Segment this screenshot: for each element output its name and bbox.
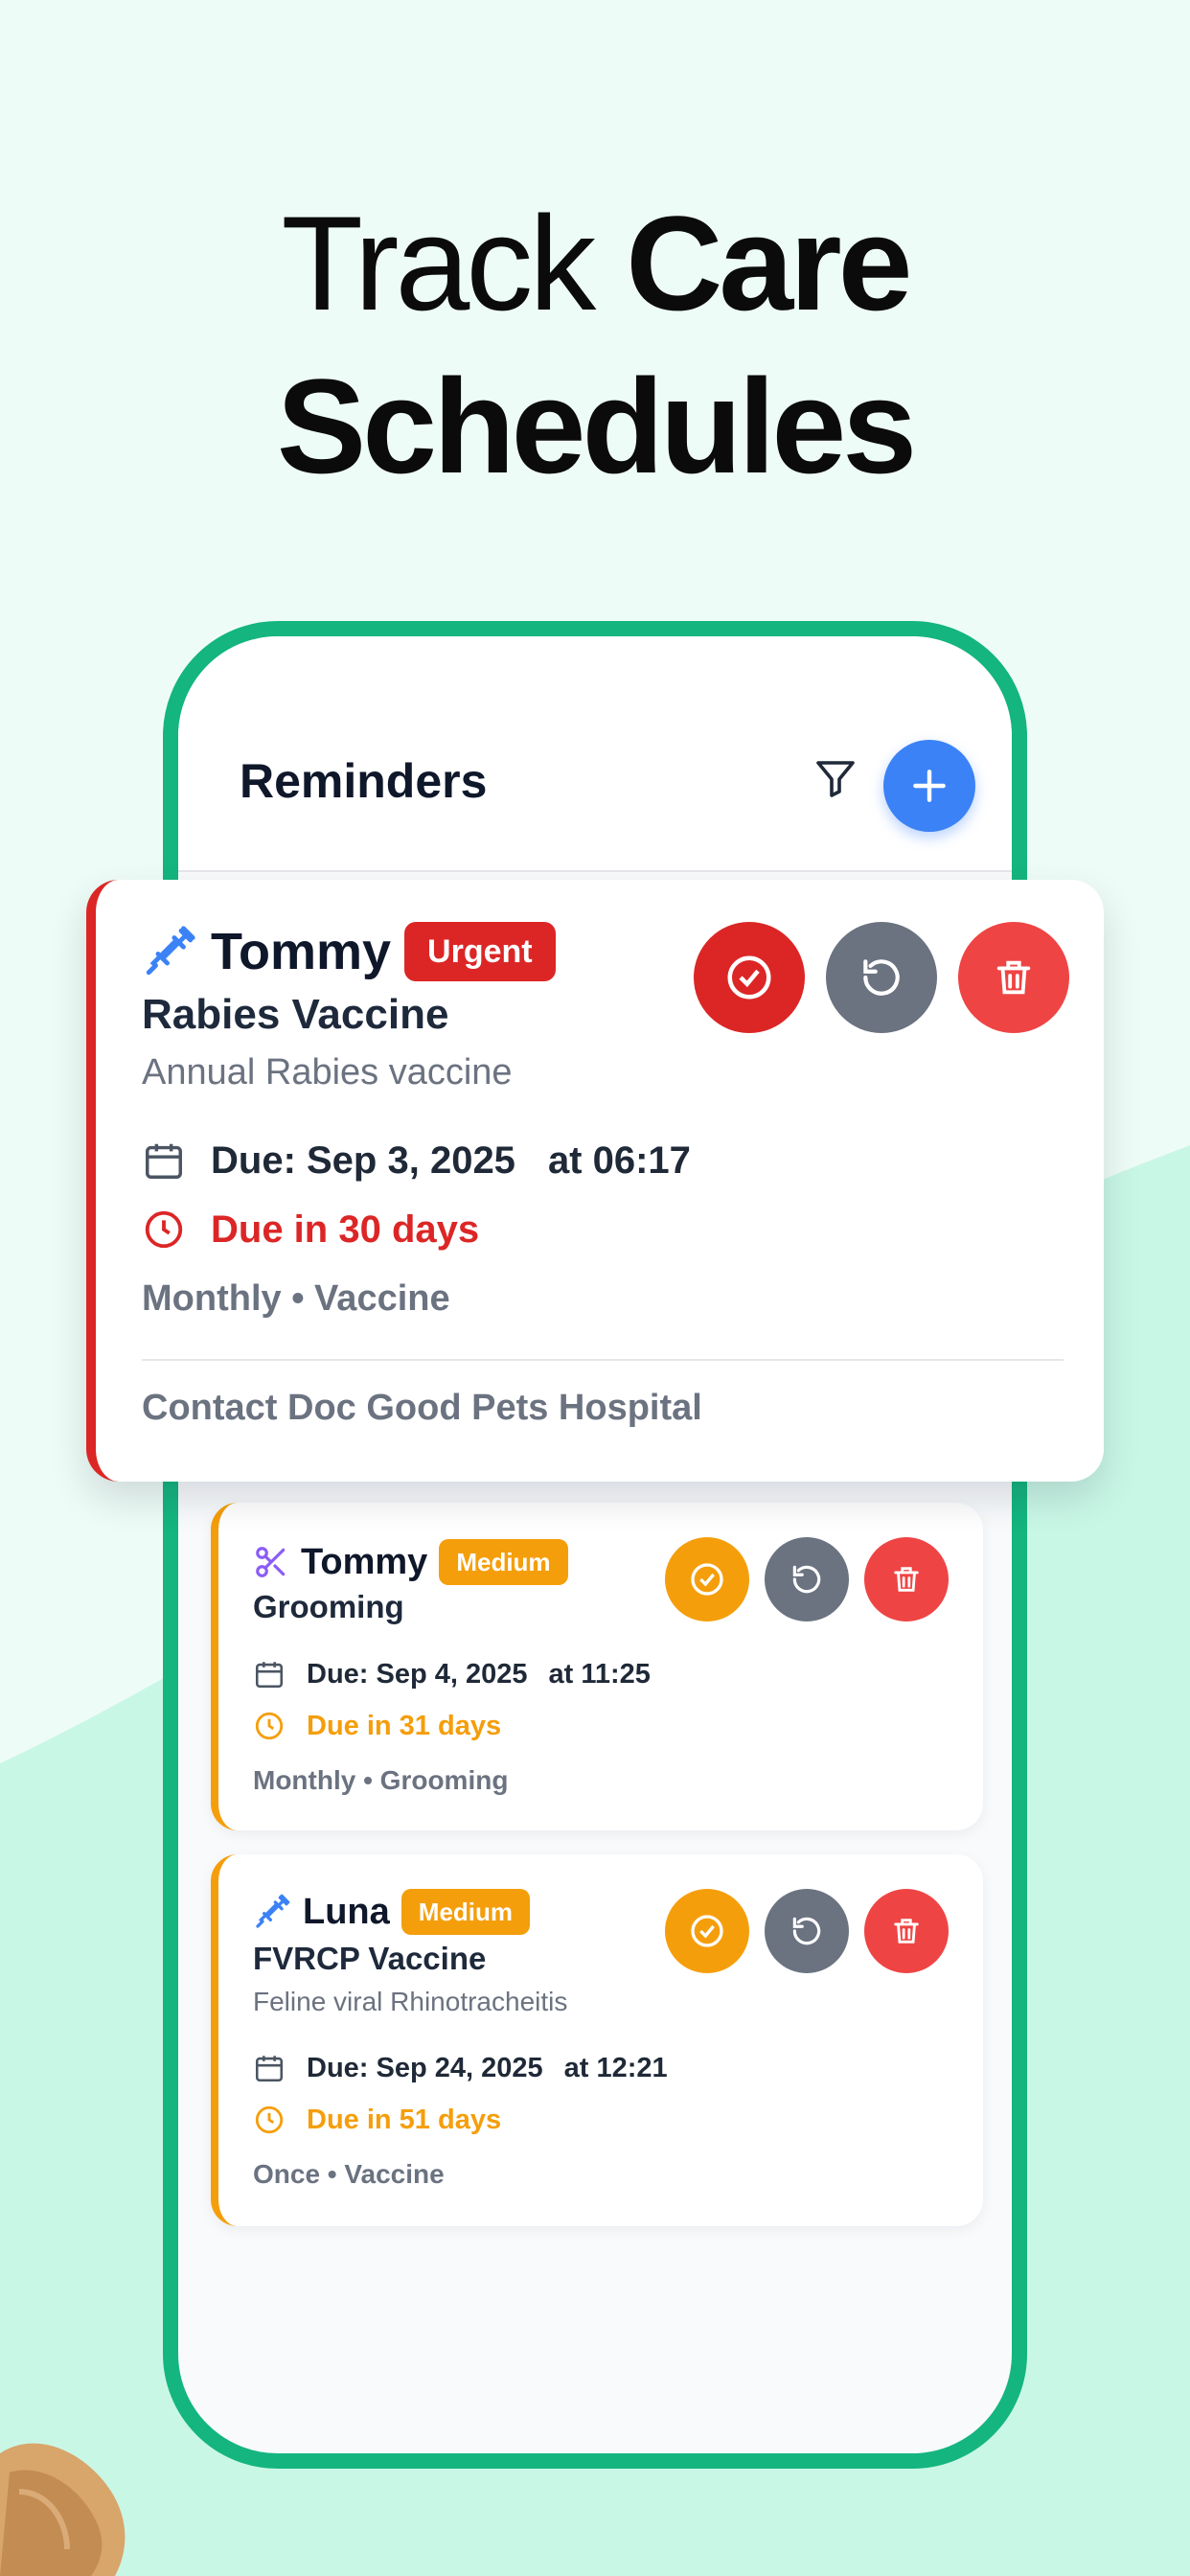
undo-icon bbox=[863, 959, 900, 996]
complete-button[interactable] bbox=[665, 1889, 749, 1973]
marketing-headline: Track Care Schedules bbox=[0, 182, 1190, 508]
headline-line-1: Track Care bbox=[0, 182, 1190, 345]
task-title: FVRCP Vaccine bbox=[253, 1941, 487, 1976]
due-date-text: Due: Sep 3, 2025 bbox=[211, 1138, 515, 1182]
due-countdown-text: Due in 30 days bbox=[211, 1208, 480, 1251]
priority-badge: Medium bbox=[439, 1539, 568, 1585]
app-header: Reminders bbox=[178, 636, 1012, 872]
filter-button[interactable] bbox=[807, 749, 864, 807]
due-countdown: Due in 31 days bbox=[253, 1710, 501, 1742]
card-divider bbox=[142, 1359, 1064, 1361]
due-time: at 12:21 bbox=[563, 2052, 668, 2083]
due-date: Due: Sep 4, 2025 at 11:25 bbox=[253, 1658, 651, 1690]
due-date: Due: Sep 3, 2025 at 06:17 bbox=[142, 1138, 691, 1183]
trash-icon bbox=[894, 1567, 919, 1592]
due-countdown-text: Due in 31 days bbox=[307, 1710, 502, 1741]
task-title: Rabies Vaccine bbox=[142, 991, 449, 1038]
priority-badge: Medium bbox=[400, 1889, 531, 1935]
clock-icon bbox=[253, 2104, 286, 2136]
trash-icon bbox=[996, 960, 1031, 995]
due-date-text: Due: Sep 24, 2025 bbox=[307, 2052, 543, 2083]
calendar-icon bbox=[253, 1658, 286, 1690]
delete-button[interactable] bbox=[864, 1889, 949, 1973]
delete-button[interactable] bbox=[864, 1537, 949, 1622]
task-title: Grooming bbox=[253, 1589, 404, 1624]
check-circle-icon bbox=[691, 1915, 723, 1947]
undo-icon bbox=[792, 1917, 821, 1945]
task-description: Feline viral Rhinotracheitis bbox=[253, 1987, 568, 2016]
delete-button[interactable] bbox=[958, 922, 1069, 1033]
trash-icon bbox=[894, 1919, 919, 1944]
headline-line-2: Schedules bbox=[276, 351, 917, 501]
syringe-icon bbox=[256, 1894, 290, 1928]
card-header: Tommy Urgent bbox=[142, 922, 556, 981]
complete-button[interactable] bbox=[694, 922, 805, 1033]
page-title: Reminders bbox=[240, 754, 488, 808]
pet-name: Luna bbox=[303, 1891, 390, 1932]
calendar-icon bbox=[142, 1138, 186, 1183]
check-circle-icon bbox=[691, 1563, 723, 1596]
priority-badge: Urgent bbox=[404, 922, 556, 981]
contact-info: Contact Doc Good Pets Hospital bbox=[142, 1388, 702, 1428]
due-date: Due: Sep 24, 2025 at 12:21 bbox=[253, 2052, 668, 2084]
clock-icon bbox=[253, 1710, 286, 1742]
reminder-card[interactable]: Tommy Medium Grooming Due: Sep 4, 2025 a… bbox=[211, 1503, 983, 1830]
calendar-icon bbox=[253, 2052, 286, 2084]
recurrence-category: Monthly • Vaccine bbox=[142, 1278, 450, 1319]
undo-icon bbox=[792, 1565, 821, 1594]
check-circle-icon bbox=[727, 955, 771, 1000]
syringe-icon bbox=[146, 926, 195, 976]
dog-illustration bbox=[0, 2443, 126, 2576]
task-description: Annual Rabies vaccine bbox=[142, 1052, 513, 1092]
due-countdown: Due in 30 days bbox=[142, 1208, 479, 1252]
due-time: at 06:17 bbox=[547, 1138, 691, 1182]
filter-icon bbox=[816, 761, 855, 797]
card-header: Luna Medium bbox=[253, 1889, 531, 1935]
due-countdown: Due in 51 days bbox=[253, 2104, 501, 2136]
recurrence-category: Once • Vaccine bbox=[253, 2159, 445, 2189]
pet-name: Tommy bbox=[211, 923, 392, 980]
due-time: at 11:25 bbox=[548, 1658, 651, 1690]
add-reminder-button[interactable] bbox=[883, 740, 975, 832]
due-countdown-text: Due in 51 days bbox=[307, 2104, 502, 2135]
reschedule-button[interactable] bbox=[765, 1889, 849, 1973]
clock-icon bbox=[142, 1208, 186, 1252]
card-header: Tommy Medium bbox=[253, 1539, 568, 1585]
plus-icon bbox=[913, 770, 946, 802]
featured-reminder-card[interactable]: Tommy Urgent Rabies Vaccine Annual Rabie… bbox=[86, 880, 1104, 1482]
headline-light: Track bbox=[281, 188, 596, 338]
scissors-icon bbox=[256, 1547, 286, 1577]
reschedule-button[interactable] bbox=[826, 922, 937, 1033]
due-date-text: Due: Sep 4, 2025 bbox=[307, 1658, 528, 1690]
headline-bold-1: Care bbox=[626, 188, 912, 338]
reminder-card[interactable]: Luna Medium FVRCP Vaccine Feline viral R… bbox=[211, 1854, 983, 2226]
complete-button[interactable] bbox=[665, 1537, 749, 1622]
pet-name: Tommy bbox=[301, 1541, 428, 1582]
recurrence-category: Monthly • Grooming bbox=[253, 1765, 509, 1795]
reschedule-button[interactable] bbox=[765, 1537, 849, 1622]
